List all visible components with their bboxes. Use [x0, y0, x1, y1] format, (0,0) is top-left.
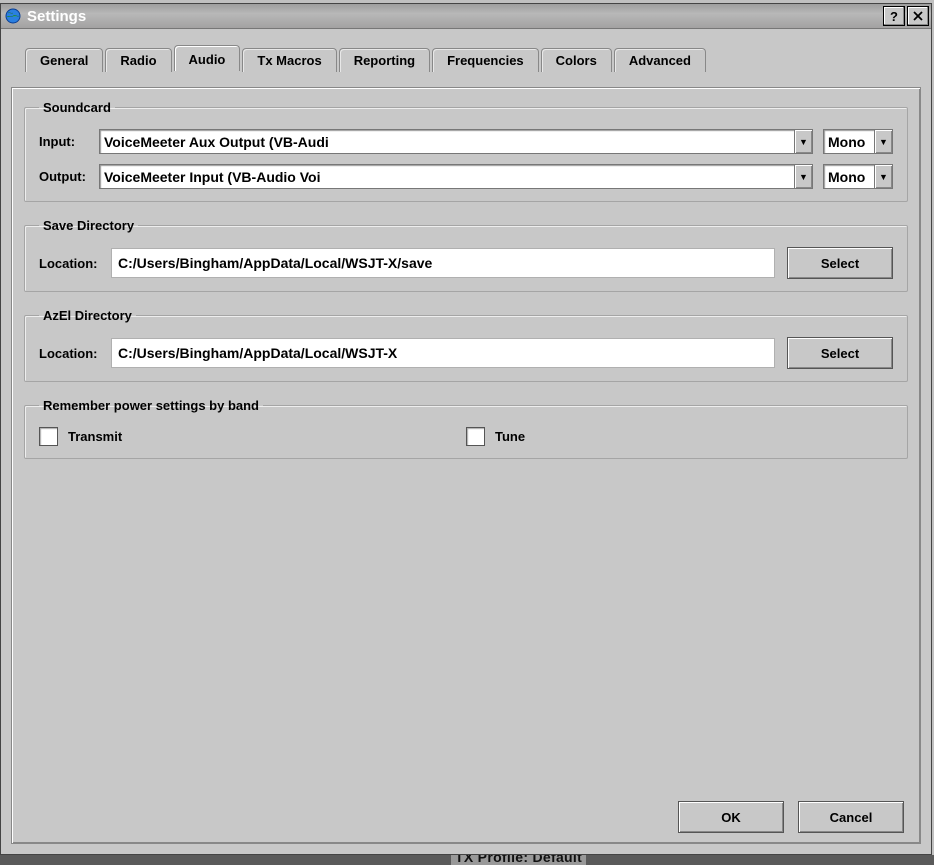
azel-location-value: C:/Users/Bingham/AppData/Local/WSJT-X	[111, 338, 775, 368]
group-azel-directory-legend: AzEl Directory	[39, 308, 136, 323]
azel-select-button[interactable]: Select	[787, 337, 893, 369]
tab-radio[interactable]: Radio	[105, 48, 171, 72]
window-title: Settings	[27, 8, 86, 25]
input-channel-value: Mono	[828, 134, 874, 150]
tab-frequencies[interactable]: Frequencies	[432, 48, 539, 72]
save-select-button[interactable]: Select	[787, 247, 893, 279]
chevron-down-icon: ▼	[794, 130, 812, 153]
input-label: Input:	[39, 134, 99, 149]
dialog-button-row: OK Cancel	[24, 801, 908, 833]
page-audio: Soundcard Input: VoiceMeeter Aux Output …	[11, 87, 921, 844]
transmit-check-item: Transmit	[39, 427, 466, 446]
input-channel-select[interactable]: Mono ▼	[823, 129, 893, 154]
chevron-down-icon: ▼	[874, 130, 892, 153]
cancel-button[interactable]: Cancel	[798, 801, 904, 833]
tab-row: General Radio Audio Tx Macros Reporting …	[1, 29, 931, 87]
settings-window: Settings ? General Radio Audio Tx Macros…	[0, 3, 932, 855]
save-location-value: C:/Users/Bingham/AppData/Local/WSJT-X/sa…	[111, 248, 775, 278]
save-location-label: Location:	[39, 256, 111, 271]
tab-general[interactable]: General	[25, 48, 103, 72]
chevron-down-icon: ▼	[874, 165, 892, 188]
transmit-checkbox-label: Transmit	[68, 429, 122, 444]
tune-checkbox[interactable]	[466, 427, 485, 446]
group-save-directory-legend: Save Directory	[39, 218, 138, 233]
input-device-value: VoiceMeeter Aux Output (VB-Audi	[104, 134, 794, 150]
output-channel-value: Mono	[828, 169, 874, 185]
close-icon	[913, 11, 923, 21]
tab-tx-macros[interactable]: Tx Macros	[242, 48, 336, 72]
group-remember-power: Remember power settings by band Transmit…	[24, 398, 908, 459]
chevron-down-icon: ▼	[794, 165, 812, 188]
transmit-checkbox[interactable]	[39, 427, 58, 446]
group-remember-power-legend: Remember power settings by band	[39, 398, 263, 413]
close-button[interactable]	[907, 6, 929, 26]
tune-check-item: Tune	[466, 427, 893, 446]
input-device-select[interactable]: VoiceMeeter Aux Output (VB-Audi ▼	[99, 129, 813, 154]
titlebar: Settings ?	[1, 4, 931, 29]
group-soundcard-legend: Soundcard	[39, 100, 115, 115]
group-soundcard: Soundcard Input: VoiceMeeter Aux Output …	[24, 100, 908, 202]
app-globe-icon	[5, 8, 21, 24]
output-device-select[interactable]: VoiceMeeter Input (VB-Audio Voi ▼	[99, 164, 813, 189]
output-channel-select[interactable]: Mono ▼	[823, 164, 893, 189]
azel-location-label: Location:	[39, 346, 111, 361]
tab-advanced[interactable]: Advanced	[614, 48, 706, 72]
tune-checkbox-label: Tune	[495, 429, 525, 444]
group-save-directory: Save Directory Location: C:/Users/Bingha…	[24, 218, 908, 292]
output-label: Output:	[39, 169, 99, 184]
ok-button[interactable]: OK	[678, 801, 784, 833]
output-device-value: VoiceMeeter Input (VB-Audio Voi	[104, 169, 794, 185]
tab-audio[interactable]: Audio	[174, 45, 241, 71]
tab-colors[interactable]: Colors	[541, 48, 612, 72]
help-button[interactable]: ?	[883, 6, 905, 26]
tab-reporting[interactable]: Reporting	[339, 48, 430, 72]
group-azel-directory: AzEl Directory Location: C:/Users/Bingha…	[24, 308, 908, 382]
client-area: General Radio Audio Tx Macros Reporting …	[1, 29, 931, 854]
